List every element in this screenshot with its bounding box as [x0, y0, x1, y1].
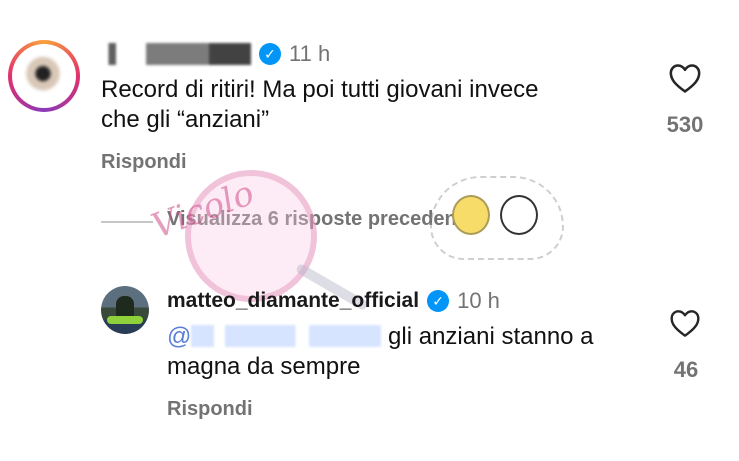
mention-prefix[interactable]: @ — [167, 323, 191, 350]
like-button[interactable] — [665, 62, 705, 99]
verified-badge-icon: ✓ — [427, 290, 450, 312]
username-redacted[interactable] — [101, 43, 251, 65]
reply-username[interactable]: matteo_diamante_official — [167, 289, 419, 313]
thread-divider — [101, 221, 153, 223]
reply-text-line: magna da sempre — [167, 353, 361, 380]
watermark-characters — [452, 195, 538, 235]
reply-button[interactable]: Rispondi — [167, 398, 253, 421]
avatar-photo-blurred — [18, 52, 68, 100]
like-count: 530 — [666, 112, 704, 137]
comment-text-line: che gli “anziani” — [101, 106, 270, 133]
comment-header: ✓ 11 h — [101, 40, 330, 68]
verified-badge-icon: ✓ — [259, 43, 281, 65]
reply-button[interactable]: Rispondi — [101, 151, 187, 174]
commenter-avatar[interactable] — [8, 40, 80, 112]
heart-outline-icon — [669, 64, 701, 93]
watermark-face-icon — [500, 195, 538, 235]
reply-text-part: gli anziani stanno a — [388, 323, 594, 350]
like-button[interactable] — [667, 308, 703, 343]
mention-redacted[interactable] — [191, 325, 382, 347]
reply-text-line: @ gli anziani stanno a — [167, 322, 637, 352]
watermark-face-icon — [452, 195, 490, 235]
like-count: 46 — [673, 357, 699, 382]
comment-text: Record di ritiri! Ma poi tutti giovani i… — [101, 75, 621, 135]
reply-header: matteo_diamante_official ✓ 10 h — [167, 287, 500, 315]
comment-text-line: Record di ritiri! Ma poi tutti giovani i… — [101, 76, 539, 103]
comment-time: 11 h — [289, 41, 331, 66]
reply-text: @ gli anziani stanno a magna da sempre — [167, 322, 637, 382]
reply-time: 10 h — [457, 288, 500, 313]
heart-outline-icon — [670, 310, 700, 337]
reply-author-avatar[interactable] — [101, 286, 149, 334]
avatar-jetski — [107, 316, 143, 324]
